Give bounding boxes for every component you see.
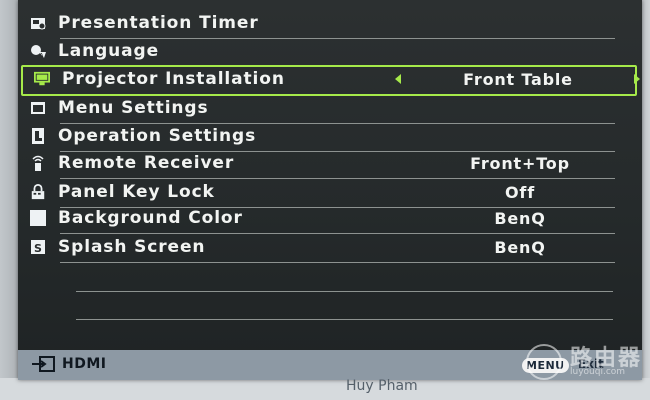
language-icon: A — [30, 43, 46, 59]
watermark-router-icon — [526, 344, 562, 380]
input-source-icon — [32, 356, 56, 376]
remote-receiver-icon — [30, 155, 46, 171]
right-arrow-icon[interactable] — [634, 74, 640, 84]
menu-item-label: Language — [58, 41, 160, 61]
menu-item-splash-screen[interactable]: S Splash Screen BenQ — [31, 234, 615, 263]
projector-icon — [34, 71, 50, 87]
background-color-icon — [30, 210, 46, 226]
menu-item-label: Operation Settings — [58, 126, 257, 146]
menu-item-label: Presentation Timer — [58, 13, 259, 33]
menu-item-label: Remote Receiver — [58, 153, 235, 173]
menu-item-label: Menu Settings — [58, 98, 209, 118]
watermark: 路由器 luyouqi.com — [526, 338, 646, 382]
operation-settings-icon — [30, 128, 46, 144]
menu-item-panel-key-lock[interactable]: Panel Key Lock Off — [31, 179, 615, 208]
menu-item-label: Panel Key Lock — [58, 182, 215, 202]
menu-item-value: Front Table — [463, 70, 573, 89]
osd-menu-panel: Presentation Timer A Language Projector … — [18, 0, 642, 380]
screen-caption: Huy Pham — [346, 378, 418, 394]
menu-item-language[interactable]: A Language — [31, 38, 615, 67]
menu-item-projector-installation[interactable]: Projector Installation Front Table — [21, 65, 640, 96]
watermark-url: luyouqi.com — [570, 367, 626, 377]
splash-screen-icon: S — [30, 239, 46, 255]
svg-text:S: S — [34, 242, 42, 255]
menu-item-value: Front+Top — [470, 154, 570, 173]
wall-left — [0, 0, 18, 400]
menu-item-presentation-timer[interactable]: Presentation Timer — [31, 10, 615, 39]
timer-icon — [30, 15, 46, 31]
menu-settings-icon — [30, 100, 46, 116]
menu-item-label: Splash Screen — [58, 237, 206, 257]
menu-item-remote-receiver[interactable]: Remote Receiver Front+Top — [32, 150, 615, 179]
menu-item-operation-settings[interactable]: Operation Settings — [32, 123, 615, 152]
lock-icon — [30, 184, 46, 200]
menu-item-label: Background Color — [58, 208, 243, 228]
menu-item-menu-settings[interactable]: Menu Settings — [31, 95, 615, 124]
empty-row-divider — [76, 319, 613, 320]
menu-item-value: Off — [505, 183, 535, 202]
menu-item-background-color[interactable]: Background Color BenQ — [30, 205, 615, 234]
input-source-label: HDMI — [62, 356, 107, 372]
svg-text:A: A — [39, 52, 44, 59]
empty-row-divider — [76, 291, 613, 292]
menu-item-value: BenQ — [494, 209, 546, 228]
menu-item-value: BenQ — [494, 238, 546, 257]
menu-item-label: Projector Installation — [62, 69, 285, 89]
